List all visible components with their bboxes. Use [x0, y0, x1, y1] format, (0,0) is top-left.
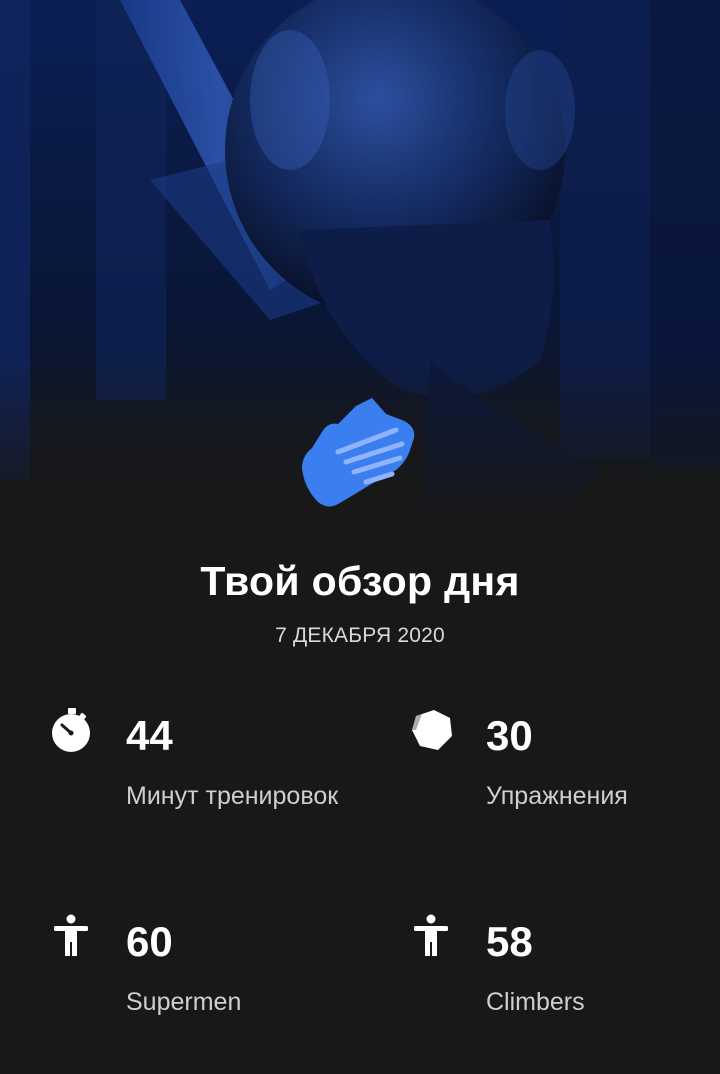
- stat-label: Supermen: [126, 988, 242, 1016]
- hexagon-icon: [410, 708, 454, 752]
- stat-label: Climbers: [486, 988, 585, 1016]
- stat-value: 30: [486, 712, 533, 759]
- hand-logo-icon: [298, 392, 418, 512]
- page-title: Твой обзор дня: [200, 558, 520, 604]
- stat-minutes: 44 Минут тренировок: [50, 708, 350, 868]
- stat-label: Упражнения: [486, 782, 628, 810]
- summary-date: 7 ДЕКАБРЯ 2020: [275, 624, 445, 647]
- stat-label: Минут тренировок: [126, 782, 339, 810]
- stat-climbers: 58 Climbers: [410, 914, 710, 1074]
- person-icon: [410, 914, 454, 958]
- stat-value: 58: [486, 918, 533, 965]
- person-icon: [50, 914, 94, 958]
- stat-exercises: 30 Упражнения: [410, 708, 710, 868]
- stat-value: 44: [126, 712, 173, 759]
- stopwatch-icon: [50, 708, 94, 752]
- hero-image: [0, 0, 720, 520]
- stat-value: 60: [126, 918, 173, 965]
- stat-supermen: 60 Supermen: [50, 914, 350, 1074]
